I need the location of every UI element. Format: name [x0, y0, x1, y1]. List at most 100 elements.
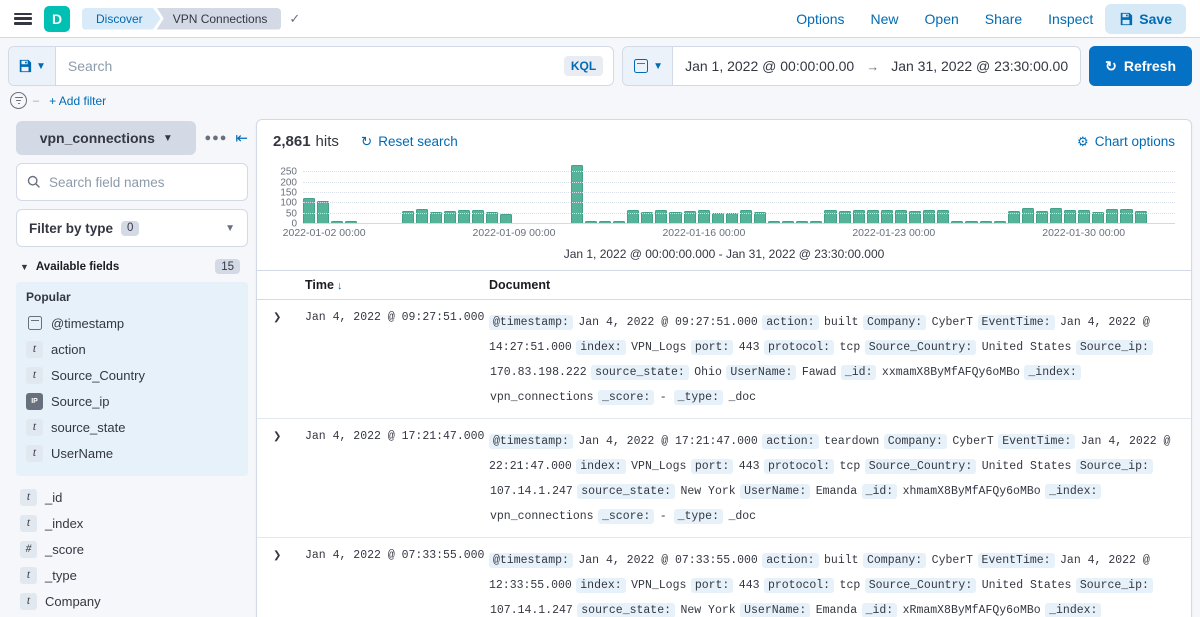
histogram-bar[interactable] — [768, 221, 780, 223]
field-name-badge[interactable]: Source_ip: — [1076, 340, 1153, 355]
histogram-bar[interactable] — [965, 221, 977, 223]
field-name-badge[interactable]: _type: — [674, 509, 723, 524]
field-name-badge[interactable]: port: — [691, 340, 734, 355]
histogram-bar[interactable] — [980, 221, 992, 223]
start-date-button[interactable]: Jan 1, 2022 @ 00:00:00.00 — [673, 58, 866, 74]
field-name-badge[interactable]: UserName: — [740, 484, 810, 499]
field-name-badge[interactable]: index: — [576, 459, 625, 474]
field-name-badge[interactable]: protocol: — [764, 340, 834, 355]
field-name-badge[interactable]: Company: — [884, 434, 947, 449]
field-name-badge[interactable]: port: — [691, 459, 734, 474]
field-name-badge[interactable]: UserName: — [726, 365, 796, 380]
top-menu-inspect[interactable]: Inspect — [1048, 11, 1093, 27]
histogram-bar[interactable] — [585, 221, 597, 223]
search-input[interactable] — [56, 58, 564, 74]
top-menu-open[interactable]: Open — [925, 11, 959, 27]
saved-query-menu-button[interactable]: ▼ — [9, 47, 56, 85]
end-date-button[interactable]: Jan 31, 2022 @ 23:30:00.00 — [879, 58, 1080, 74]
field-name-badge[interactable]: Company: — [863, 315, 926, 330]
histogram-bar[interactable] — [994, 221, 1006, 223]
histogram-bar[interactable] — [951, 221, 963, 223]
histogram-bar[interactable] — [627, 210, 639, 223]
histogram-bar[interactable] — [599, 221, 611, 223]
expand-row-icon[interactable]: ❯ — [273, 309, 297, 409]
field-name-badge[interactable]: action: — [762, 315, 818, 330]
field-name-badge[interactable]: @timestamp: — [489, 553, 573, 568]
field-item-action[interactable]: taction — [24, 336, 240, 362]
field-item-_score[interactable]: #_score — [18, 536, 248, 562]
field-item-_id[interactable]: t_id — [18, 484, 248, 510]
histogram-bar[interactable] — [669, 212, 681, 223]
histogram-bar[interactable] — [1050, 208, 1062, 223]
field-name-badge[interactable]: _type: — [674, 390, 723, 405]
field-name-badge[interactable]: @timestamp: — [489, 434, 573, 449]
field-name-badge[interactable]: Company: — [863, 553, 926, 568]
field-item-_index[interactable]: t_index — [18, 510, 248, 536]
field-item-Source_Country[interactable]: tSource_Country — [24, 362, 240, 388]
field-name-badge[interactable]: _index: — [1045, 484, 1101, 499]
histogram-bar[interactable] — [486, 212, 498, 223]
field-name-badge[interactable]: Source_ip: — [1076, 578, 1153, 593]
field-name-badge[interactable]: _id: — [841, 365, 877, 380]
chart-options-button[interactable]: ⚙ Chart options — [1077, 134, 1175, 150]
field-name-badge[interactable]: source_state: — [591, 365, 689, 380]
field-name-badge[interactable]: index: — [576, 340, 625, 355]
filter-menu-icon[interactable] — [10, 92, 27, 109]
histogram-bar[interactable] — [571, 165, 583, 223]
field-name-badge[interactable]: Source_Country: — [865, 459, 977, 474]
add-filter-button[interactable]: + Add filter — [49, 94, 106, 108]
histogram-bar[interactable] — [712, 213, 724, 223]
field-name-badge[interactable]: port: — [691, 578, 734, 593]
top-menu-new[interactable]: New — [871, 11, 899, 27]
histogram-bar[interactable] — [1106, 209, 1118, 223]
top-menu-share[interactable]: Share — [985, 11, 1022, 27]
field-name-badge[interactable]: protocol: — [764, 578, 834, 593]
field-name-badge[interactable]: protocol: — [764, 459, 834, 474]
histogram-chart[interactable]: 050100150200250 2022-01-02 00:002022-01-… — [257, 158, 1191, 270]
field-item-source_state[interactable]: tsource_state — [24, 414, 240, 440]
field-name-badge[interactable]: _id: — [862, 603, 898, 617]
field-item-@timestamp[interactable]: @timestamp — [24, 310, 240, 336]
field-name-badge[interactable]: EventTime: — [978, 553, 1055, 568]
collapse-sidebar-icon[interactable]: ⇤ — [235, 129, 248, 147]
histogram-bar[interactable] — [416, 209, 428, 223]
field-name-badge[interactable]: index: — [576, 578, 625, 593]
top-menu-options[interactable]: Options — [796, 11, 844, 27]
save-button[interactable]: Save — [1105, 4, 1186, 34]
field-name-badge[interactable]: _index: — [1024, 365, 1080, 380]
expand-row-icon[interactable]: ❯ — [273, 428, 297, 528]
histogram-bar[interactable] — [726, 213, 738, 223]
histogram-bar[interactable] — [796, 221, 808, 223]
column-time[interactable]: Time↓ — [305, 278, 481, 292]
field-search-input[interactable] — [49, 175, 237, 190]
field-name-badge[interactable]: source_state: — [577, 484, 675, 499]
index-pattern-select[interactable]: vpn_connections ▼ — [16, 121, 196, 155]
field-name-badge[interactable]: _score: — [598, 509, 654, 524]
histogram-bar[interactable] — [867, 210, 879, 223]
histogram-bar[interactable] — [782, 221, 794, 223]
field-name-badge[interactable]: _score: — [598, 390, 654, 405]
histogram-bar[interactable] — [345, 221, 357, 223]
field-item-_type[interactable]: t_type — [18, 562, 248, 588]
expand-row-icon[interactable]: ❯ — [273, 547, 297, 617]
reset-search-button[interactable]: ↻ Reset search — [361, 134, 458, 150]
more-options-icon[interactable]: ●●● — [204, 132, 227, 144]
field-name-badge[interactable]: EventTime: — [998, 434, 1075, 449]
field-name-badge[interactable]: Source_Country: — [865, 578, 977, 593]
field-name-badge[interactable]: action: — [762, 553, 818, 568]
field-name-badge[interactable]: action: — [762, 434, 818, 449]
field-name-badge[interactable]: EventTime: — [978, 315, 1055, 330]
histogram-bar[interactable] — [500, 214, 512, 223]
field-item-UserName[interactable]: tUserName — [24, 440, 240, 466]
histogram-bar[interactable] — [613, 221, 625, 223]
available-fields-header[interactable]: ▼ Available fields 15 — [8, 257, 248, 282]
refresh-button[interactable]: ↻ Refresh — [1089, 46, 1192, 86]
histogram-bar[interactable] — [1120, 209, 1132, 223]
breadcrumb-discover[interactable]: Discover — [82, 8, 161, 30]
filter-by-type-dropdown[interactable]: Filter by type 0 ▼ — [16, 209, 248, 247]
field-name-badge[interactable]: Source_ip: — [1076, 459, 1153, 474]
histogram-bar[interactable] — [1078, 210, 1090, 223]
field-item-Source_ip[interactable]: IPSource_ip — [24, 388, 240, 414]
date-quick-select-button[interactable]: ▼ — [623, 47, 673, 85]
breadcrumb-saved-search[interactable]: VPN Connections — [157, 8, 282, 30]
